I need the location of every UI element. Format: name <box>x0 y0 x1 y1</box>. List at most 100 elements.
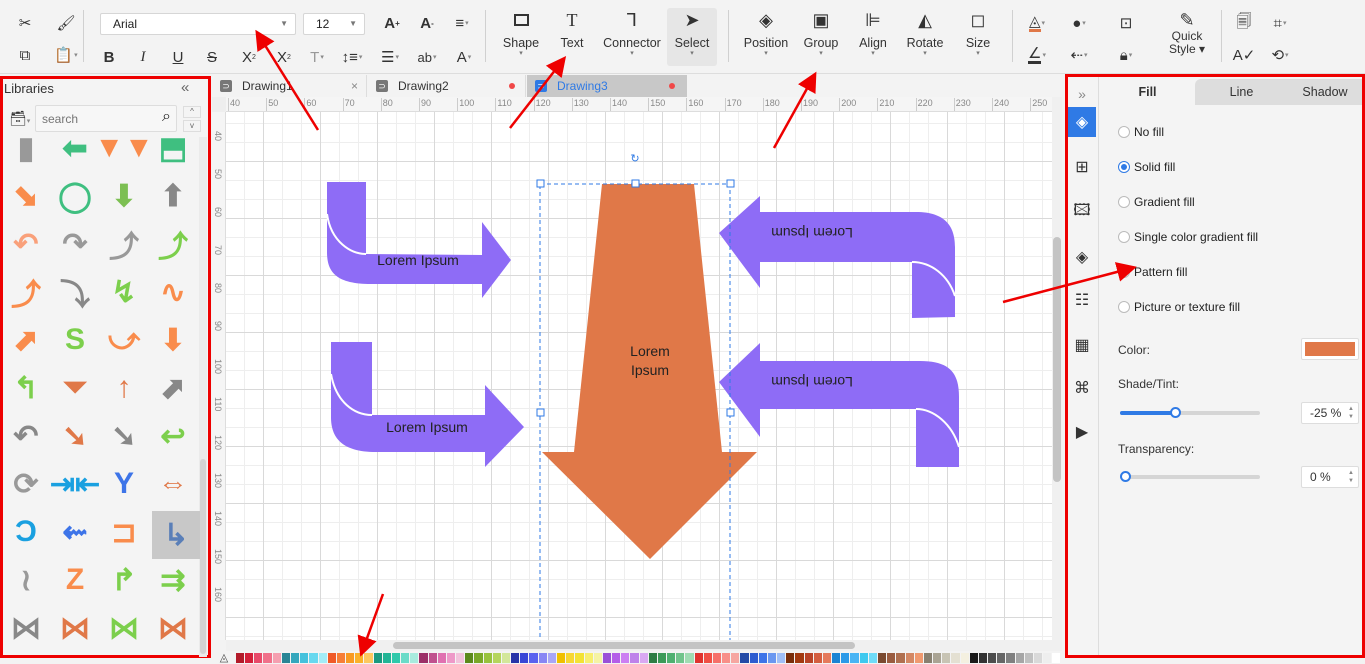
arrow-shape-icon[interactable]: ⏷ <box>54 367 96 409</box>
shade-slider-knob[interactable] <box>1169 407 1181 418</box>
palette-swatch[interactable] <box>501 652 511 663</box>
fill-bucket-icon[interactable]: ◈ <box>1068 107 1096 137</box>
palette-swatch[interactable] <box>648 652 657 663</box>
arrow-shape-icon[interactable]: ⇔ <box>152 463 194 505</box>
rotate-button[interactable]: ◭ Rotate ▾ <box>905 8 945 66</box>
palette-swatch[interactable] <box>593 652 602 663</box>
palette-swatch[interactable] <box>832 652 841 663</box>
palette-swatch[interactable] <box>988 652 997 663</box>
palette-swatch[interactable] <box>355 652 364 663</box>
paste-icon[interactable]: 📋 ▾ <box>54 44 78 66</box>
arrow-shape-icon[interactable]: ▼▼ <box>94 127 153 169</box>
palette-swatch[interactable] <box>722 652 731 663</box>
arrow-shape-icon[interactable]: ⋈ <box>152 607 194 649</box>
arrow-shape-icon[interactable]: Ͻ <box>5 511 47 553</box>
bent-arrow-right-2[interactable] <box>330 342 524 467</box>
arrow-shape-icon[interactable]: ↑ <box>103 367 145 409</box>
palette-swatch[interactable] <box>327 652 336 663</box>
resize-handle[interactable] <box>536 408 545 417</box>
presentation-icon[interactable]: ▶ <box>1068 417 1096 447</box>
text-style-icon[interactable]: T ▾ <box>305 46 329 68</box>
palette-swatch[interactable] <box>419 652 428 663</box>
copy-icon[interactable]: ⧉ <box>13 44 37 66</box>
palette-swatch[interactable] <box>923 652 933 663</box>
palette-swatch[interactable] <box>942 652 951 663</box>
replace-shape-icon[interactable]: ⟲ ▾ <box>1268 44 1292 66</box>
shape-button[interactable]: Shape ▾ <box>500 8 542 66</box>
font-family-select[interactable]: Arial ▼ <box>100 13 296 35</box>
palette-swatch[interactable] <box>474 652 483 663</box>
scroll-up-button[interactable]: ^ <box>183 106 201 118</box>
shade-input[interactable]: -25 % ▲ ▼ <box>1301 402 1359 424</box>
size-button[interactable]: ◻ Size ▾ <box>964 8 992 66</box>
palette-swatch[interactable] <box>245 652 254 663</box>
position-button[interactable]: ◈ Position ▾ <box>742 8 790 66</box>
palette-swatch[interactable] <box>428 652 437 663</box>
palette-swatch[interactable] <box>712 652 722 663</box>
palette-swatch[interactable] <box>382 652 391 663</box>
palette-swatch[interactable] <box>1043 652 1052 663</box>
palette-swatch[interactable] <box>887 652 896 663</box>
palette-swatch[interactable] <box>602 652 612 663</box>
arrow-shape-icon[interactable]: ⋈ <box>103 607 145 649</box>
crop-icon[interactable]: ⌗ ▾ <box>1268 12 1292 34</box>
palette-swatch[interactable] <box>483 652 492 663</box>
palette-swatch[interactable] <box>566 652 575 663</box>
palette-swatch[interactable] <box>868 652 877 663</box>
font-size-select[interactable]: 12 ▼ <box>303 13 365 35</box>
arrow-shape-icon[interactable]: ⬇ <box>152 319 194 361</box>
resize-handle[interactable] <box>726 408 735 417</box>
arrow-shape-icon[interactable]: ⤵ <box>54 271 96 313</box>
palette-swatch[interactable] <box>758 652 767 663</box>
radio[interactable] <box>1118 196 1130 208</box>
arrow-shape-icon[interactable]: ⟳ <box>5 463 47 505</box>
arrow-shape-icon[interactable]: ⬒ <box>152 127 194 169</box>
list-icon[interactable]: ☷ <box>1068 285 1096 315</box>
tab-drawing3[interactable]: ⊃ Drawing3 <box>527 75 687 97</box>
radio[interactable] <box>1118 301 1130 313</box>
font-color-icon[interactable]: A ▾ <box>452 46 476 68</box>
arrow-shape-icon[interactable]: ⇉ <box>152 559 194 601</box>
arrow-shape-icon[interactable]: ⋈ <box>5 607 47 649</box>
tab-drawing1[interactable]: ⊃ Drawing1 × <box>212 75 367 97</box>
palette-swatch[interactable] <box>914 652 923 663</box>
tab-drawing2[interactable]: ⊃ Drawing2 <box>368 75 526 97</box>
transparency-input[interactable]: 0 % ▲ ▼ <box>1301 466 1359 488</box>
cut-icon[interactable]: ✂ <box>13 12 37 34</box>
palette-swatch[interactable] <box>786 652 795 663</box>
palette-swatch[interactable] <box>850 652 859 663</box>
palette-swatch[interactable] <box>547 652 556 663</box>
vertical-scroll-thumb[interactable] <box>1053 237 1061 482</box>
palette-swatch[interactable] <box>437 652 446 663</box>
find-replace-icon[interactable]: 🗐 <box>1232 12 1256 34</box>
palette-swatch[interactable] <box>822 652 832 663</box>
palette-swatch[interactable] <box>492 652 501 663</box>
palette-swatch[interactable] <box>933 652 942 663</box>
arrow-shape-icon[interactable]: ⤴ <box>103 223 145 265</box>
library-search-input[interactable] <box>42 110 142 128</box>
arrow-shape-icon[interactable]: ↶ <box>5 223 47 265</box>
arrow-shape-icon[interactable]: ↩ <box>152 415 194 457</box>
strikethrough-icon[interactable]: S <box>200 46 224 68</box>
layers-icon[interactable]: ◈ <box>1068 242 1096 272</box>
bent-arrow-left-2[interactable] <box>719 343 960 467</box>
palette-swatch[interactable] <box>804 652 813 663</box>
arrow-shape-icon[interactable]: Z <box>54 559 96 601</box>
palette-swatch[interactable] <box>859 652 868 663</box>
transparency-slider-knob[interactable] <box>1120 471 1131 482</box>
palette-swatch[interactable] <box>813 652 822 663</box>
horizontal-scroll-thumb[interactable] <box>393 642 855 649</box>
transparency-slider-track[interactable] <box>1120 475 1260 479</box>
palette-swatch[interactable] <box>896 652 905 663</box>
close-tab-icon[interactable]: × <box>351 75 358 97</box>
library-scrollbar-thumb[interactable] <box>200 459 206 654</box>
arrow-shape-icon[interactable]: ⬆ <box>152 175 194 217</box>
bent-arrow-right-1[interactable] <box>326 182 511 298</box>
palette-swatch[interactable] <box>694 652 703 663</box>
fill-picker-icon[interactable]: ◬ <box>212 651 236 664</box>
palette-swatch[interactable] <box>667 652 676 663</box>
palette-swatch[interactable] <box>272 652 281 663</box>
palette-swatch[interactable] <box>749 652 758 663</box>
text-button[interactable]: T Text <box>552 8 592 66</box>
palette-swatch[interactable] <box>878 652 887 663</box>
